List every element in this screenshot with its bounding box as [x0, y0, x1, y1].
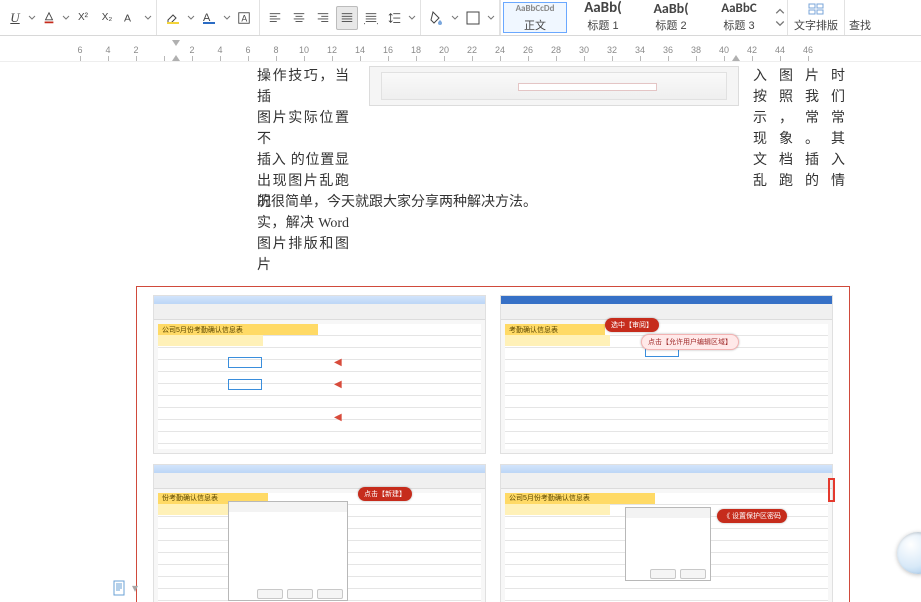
inline-image-placeholder[interactable]	[369, 66, 739, 106]
screenshot-c: 份考勤确认信息表 点击【新建】	[153, 464, 486, 602]
horizontal-ruler[interactable]: 6422468101214161820222426283032343638404…	[0, 36, 921, 62]
subscript-button[interactable]: X₂	[96, 6, 118, 30]
typography-icon	[808, 3, 824, 15]
style-heading2[interactable]: AaBb( 标题 2	[639, 2, 703, 33]
paragraph-group	[260, 0, 421, 35]
change-case-button[interactable]: A	[120, 6, 142, 30]
font-color-button[interactable]	[38, 6, 60, 30]
align-justify-button[interactable]	[336, 6, 358, 30]
distributed-align-button[interactable]	[360, 6, 382, 30]
typography-group[interactable]: 文字排版	[788, 0, 845, 35]
border-button[interactable]	[461, 6, 485, 30]
underline-dropdown[interactable]	[28, 6, 36, 30]
text-wrap-left: 操作技巧，当插 图片实际位置不 插入 的位置显 出现图片乱跑的 实，解决 Wor…	[257, 66, 349, 276]
screenshot-b: 考勤确认信息表 选中【审阅】 点击【允许用户编辑区域】	[500, 295, 833, 454]
dropdown-caret-icon: ▾	[132, 581, 138, 595]
ruler-tick: 46	[808, 41, 836, 61]
formatting-toolbar: U X² X₂ A A A	[0, 0, 921, 36]
text-cursor	[828, 478, 835, 502]
svg-text:A: A	[241, 13, 247, 23]
border-dropdown[interactable]	[487, 6, 495, 30]
align-center-button[interactable]	[288, 6, 310, 30]
character-border-button[interactable]: A	[233, 6, 255, 30]
svg-text:A: A	[124, 12, 131, 24]
page-icon	[112, 580, 128, 596]
text-wrap-right: 入图片时 按照我们 示，常常 现象。其 文档插入 乱跑的情	[753, 66, 845, 192]
highlight-dropdown[interactable]	[187, 6, 195, 30]
paragraph-last-line: 况很简单，今天就跟大家分享两种解决方法。	[257, 192, 817, 213]
text-fill-dropdown[interactable]	[223, 6, 231, 30]
assistant-bubble[interactable]	[897, 532, 921, 574]
shading-border-group	[421, 0, 500, 35]
screenshot-a: 公司5月份考勤确认信息表 ◀ ◀ ◀	[153, 295, 486, 454]
change-case-dropdown[interactable]	[144, 6, 152, 30]
font-color-dropdown[interactable]	[62, 6, 70, 30]
shading-button[interactable]	[425, 6, 449, 30]
document-canvas: 操作技巧，当插 图片实际位置不 插入 的位置显 出现图片乱跑的 实，解决 Wor…	[0, 62, 921, 602]
style-gallery: AaBbCcDd 正文 AaBb( 标题 1 AaBb( 标题 2 AaBbC …	[500, 0, 788, 35]
screenshot-d: 公司5月份考勤确认信息表 《 设置保护区密码	[500, 464, 833, 602]
highlight-group: A A	[157, 0, 260, 35]
line-spacing-dropdown[interactable]	[408, 6, 416, 30]
style-normal[interactable]: AaBbCcDd 正文	[503, 2, 567, 33]
line-spacing-button[interactable]	[384, 6, 406, 30]
superscript-button[interactable]: X²	[72, 6, 94, 30]
selected-image-frame[interactable]: 公司5月份考勤确认信息表 ◀ ◀ ◀ 考勤确认信息表 选中【审阅】 点击【允许用…	[136, 286, 850, 602]
style-heading3[interactable]: AaBbC 标题 3	[707, 2, 771, 33]
find-button[interactable]: 查找	[845, 0, 875, 35]
ruler-tick: 2	[136, 41, 164, 61]
font-style-group: U X² X₂ A	[0, 0, 157, 35]
align-left-button[interactable]	[264, 6, 286, 30]
style-heading1[interactable]: AaBb( 标题 1	[571, 2, 635, 33]
align-right-button[interactable]	[312, 6, 334, 30]
style-gallery-more[interactable]	[773, 0, 787, 35]
shading-dropdown[interactable]	[451, 6, 459, 30]
highlight-button[interactable]	[161, 6, 185, 30]
navigation-pane-button[interactable]: ▾	[112, 580, 138, 596]
underline-button[interactable]: U	[4, 6, 26, 30]
text-fill-button[interactable]: A	[197, 6, 221, 30]
